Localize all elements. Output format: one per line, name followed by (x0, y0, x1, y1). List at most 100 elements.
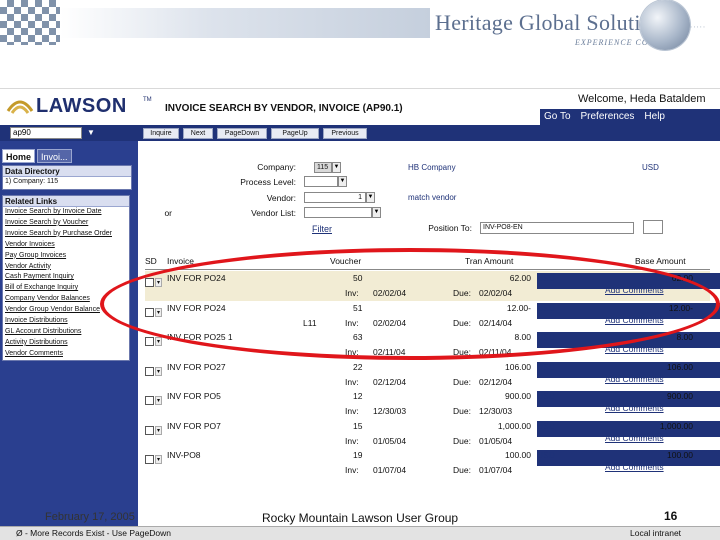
add-comments-link[interactable]: Add Comments (605, 374, 664, 384)
voucher-cell: 22 (353, 361, 363, 372)
link-invoice-search-by-voucher[interactable]: Invoice Search by Voucher (3, 218, 129, 229)
checkbox-dropdown-icon[interactable]: ▾ (155, 455, 162, 464)
page-number: 16 (664, 509, 678, 523)
related-links-box: Related Links Invoice Search by Invoice … (2, 195, 130, 361)
process-level-label: Process Level: (240, 177, 296, 187)
vendor-field[interactable]: 1 (304, 192, 366, 203)
form-title: INVOICE SEARCH BY VENDOR, INVOICE (AP90.… (165, 103, 403, 114)
inv-date-cell: 01/07/04 (373, 465, 407, 475)
due-label: Due: (453, 435, 471, 446)
position-go-box[interactable] (643, 220, 663, 234)
vendor-list-dropdown-icon[interactable]: ▼ (372, 207, 381, 218)
nav-preferences[interactable]: Preferences (581, 111, 635, 123)
voucher-cell: 19 (353, 450, 363, 460)
checkbox-dropdown-icon[interactable]: ▾ (155, 396, 162, 405)
link-activity-distributions[interactable]: Activity Distributions (3, 338, 129, 349)
base-amount-cell: 900.00 (667, 391, 693, 401)
checker-pattern (0, 0, 60, 45)
company-dropdown-icon[interactable]: ▼ (332, 162, 341, 173)
inv-label: Inv: (345, 376, 359, 387)
checkbox[interactable] (145, 455, 154, 464)
pageup-button[interactable]: PageUp (271, 128, 319, 139)
due-label: Due: (453, 376, 471, 387)
vendor-list-field[interactable] (304, 207, 372, 218)
due-label: Due: (453, 406, 471, 416)
nav-goto[interactable]: Go To (544, 111, 571, 123)
welcome-text: Welcome, Heda Bataldem (578, 93, 706, 105)
vendor-dropdown-icon[interactable]: ▼ (366, 192, 375, 203)
sidebar-tabs: Home Invoi... (2, 149, 134, 163)
inquire-button[interactable]: Inquire (143, 128, 179, 139)
link-vendor-activity[interactable]: Vendor Activity (3, 262, 129, 273)
link-gl-account-distributions[interactable]: GL Account Distributions (3, 327, 129, 338)
link-vendor-invoices[interactable]: Vendor Invoices (3, 240, 129, 251)
invoice-cell: INV-PO8 (167, 450, 201, 460)
link-vendor-comments[interactable]: Vendor Comments (3, 349, 129, 360)
link-invoice-search-by-po[interactable]: Invoice Search by Purchase Order (3, 229, 129, 240)
link-invoice-search-by-invoice-date[interactable]: Invoice Search by Invoice Date (3, 207, 129, 218)
table-row: ▾ INV FOR PO5 12 Inv: 12/30/03 Due: 12/30/03 90… (145, 389, 720, 419)
invoice-cell: INV FOR PO7 (167, 420, 221, 431)
checkbox[interactable] (145, 366, 154, 376)
pagedown-button[interactable]: PageDown (217, 128, 267, 139)
tran-amount-cell: 1,000.00 (497, 420, 531, 431)
or-label: or (164, 208, 172, 218)
voucher-cell: 15 (353, 420, 363, 431)
next-button[interactable]: Next (183, 128, 213, 139)
col-base-amount: Base Amount (635, 256, 686, 266)
checkbox[interactable] (145, 425, 154, 435)
add-comments-link[interactable]: Add Comments (605, 433, 664, 443)
process-level-dropdown-icon[interactable]: ▼ (338, 176, 347, 187)
add-comments-link[interactable]: Add Comments (605, 462, 664, 472)
voucher-cell: 12 (353, 391, 363, 401)
checkbox-dropdown-icon[interactable]: ▾ (155, 425, 162, 435)
chevron-down-icon[interactable]: ▼ (86, 127, 96, 139)
status-message: Ø - More Records Exist - Use PageDown (16, 528, 171, 538)
lawson-header: LAWSON TM INVOICE SEARCH BY VENDOR, INVO… (0, 89, 720, 125)
due-label: Due: (453, 465, 471, 475)
data-directory-company[interactable]: 1) Company: 115 (3, 177, 131, 187)
due-date-cell: 02/12/04 (479, 376, 513, 387)
lawson-logo: LAWSON (36, 95, 127, 117)
data-directory-title: Data Directory (3, 166, 131, 177)
due-date-cell: 12/30/03 (479, 406, 513, 416)
currency-text: USD (642, 163, 659, 172)
checkbox[interactable] (145, 396, 154, 405)
form-select[interactable]: ap90 (10, 127, 82, 139)
checkbox-dropdown-icon[interactable]: ▾ (155, 366, 162, 376)
previous-button[interactable]: Previous (323, 128, 367, 139)
inv-label: Inv: (345, 406, 359, 416)
slide: Heritage Global Solutions EXPERIENCE COU… (0, 0, 720, 540)
dots-decoration: ∙∙∙∙∙ (690, 22, 707, 31)
lawson-logo-icon (6, 100, 34, 114)
header-gradient-band (60, 8, 430, 38)
company-name: Heritage Global Solutions (435, 10, 673, 35)
company-field[interactable]: 115 (314, 162, 332, 173)
base-amount-cell: 106.00 (667, 361, 693, 372)
checkbox[interactable] (145, 337, 154, 346)
link-cash-payment-inquiry[interactable]: Cash Payment Inquiry (3, 272, 129, 283)
add-comments-link[interactable]: Add Comments (605, 403, 664, 413)
tran-amount-cell: 900.00 (505, 391, 531, 401)
filter-link[interactable]: Filter (312, 224, 332, 234)
inv-date-cell: 02/12/04 (373, 376, 407, 387)
footer-date: February 17, 2005 (45, 511, 135, 523)
invoice-cell: INV FOR PO27 (167, 361, 226, 372)
inv-date-cell: 12/30/03 (373, 406, 407, 416)
vendor-match-text: match vendor (408, 193, 457, 202)
base-amount-cell: 100.00 (667, 450, 693, 460)
link-pay-group-invoices[interactable]: Pay Group Invoices (3, 251, 129, 262)
table-row: ▾ INV FOR PO7 15 Inv: 01/05/04 Due: 01/05/04 1,… (145, 419, 720, 449)
tran-amount-cell: 106.00 (505, 361, 531, 372)
process-level-field[interactable] (304, 176, 338, 187)
nav-help[interactable]: Help (644, 111, 665, 123)
tab-invoice[interactable]: Invoi... (37, 149, 72, 163)
vendor-label: Vendor: (266, 193, 296, 203)
inv-label: Inv: (345, 465, 359, 475)
tab-home[interactable]: Home (2, 149, 36, 163)
position-to-field[interactable]: INV-PO8-EN (480, 222, 634, 234)
status-zone: Local intranet (630, 528, 682, 538)
status-bar: Ø - More Records Exist - Use PageDown Lo… (0, 526, 720, 540)
checkbox-dropdown-icon[interactable]: ▾ (155, 337, 162, 346)
position-to-label: Position To: (428, 223, 472, 233)
